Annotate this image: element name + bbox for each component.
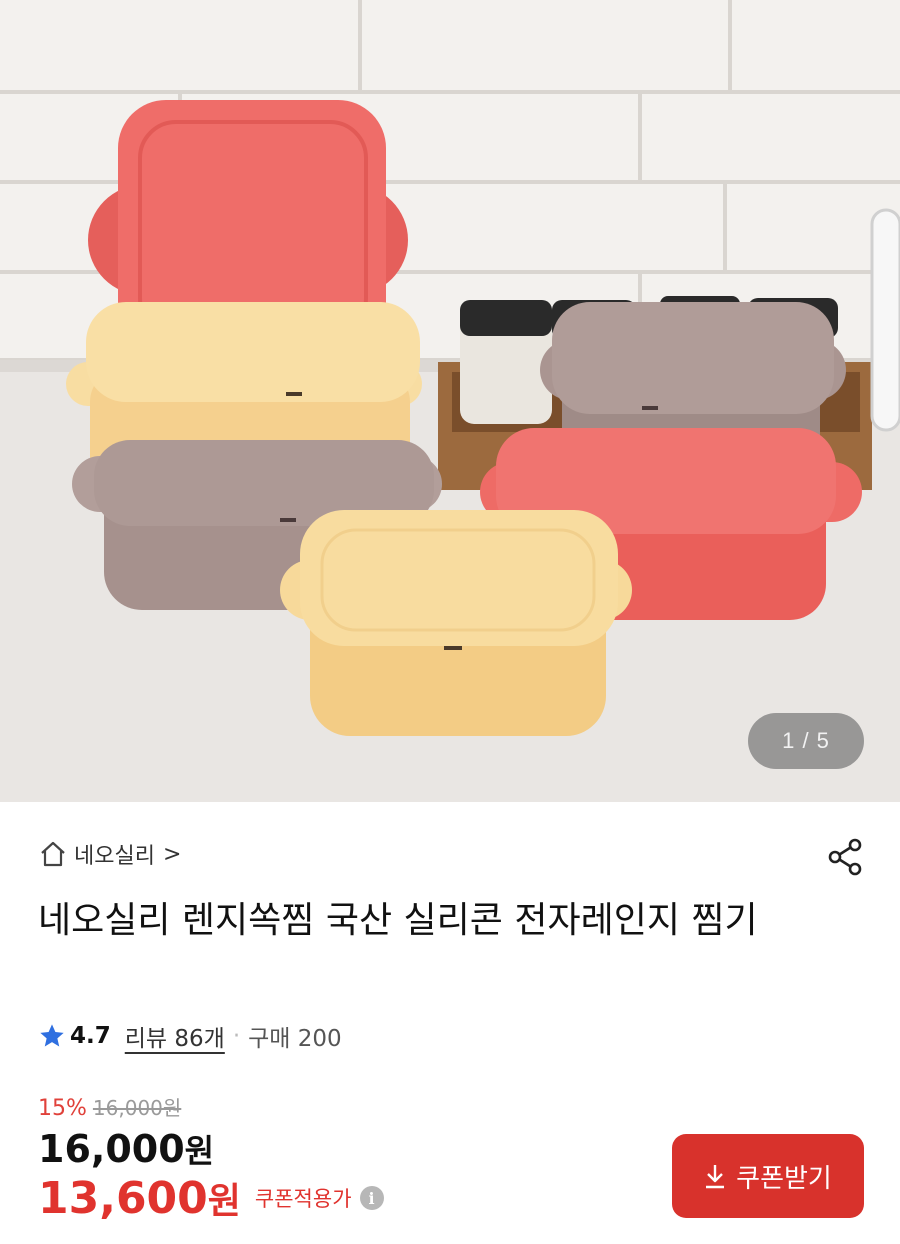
rating-summary: 4.7 리뷰 86개 · 구매 200 — [38, 1018, 342, 1054]
original-price: 16,000원 — [92, 1096, 182, 1120]
info-icon[interactable]: i — [359, 1186, 384, 1210]
brand-store-link[interactable]: 네오실리 > — [38, 838, 181, 870]
download-icon — [706, 1165, 725, 1189]
product-image-gallery[interactable]: 1 / 5 — [0, 0, 900, 802]
review-count-link[interactable]: 리뷰 86개 — [125, 1019, 225, 1053]
discount-row: 15% 16,000원 — [38, 1092, 181, 1121]
coupon-price: 13,600원 — [38, 1172, 241, 1224]
separator-dot: · — [232, 1023, 241, 1049]
brand-name: 네오실리 — [74, 844, 155, 869]
share-button[interactable] — [822, 834, 868, 880]
coupon-price-unit: 원 — [207, 1181, 241, 1222]
sale-price: 16,000원 — [38, 1126, 214, 1172]
image-pager-indicator: 1 / 5 — [748, 713, 864, 769]
home-icon — [41, 841, 65, 867]
discount-percent: 15% — [38, 1096, 87, 1121]
rating-value: 4.7 — [70, 1023, 111, 1049]
product-image — [0, 0, 900, 802]
get-coupon-label: 쿠폰받기 — [736, 1163, 832, 1194]
star-icon — [40, 1024, 64, 1047]
product-title: 네오실리 렌지쏙찜 국산 실리콘 전자레인지 찜기 — [38, 900, 758, 941]
coupon-price-number: 13,600 — [38, 1173, 208, 1224]
share-icon — [828, 838, 862, 876]
coupon-price-row: 13,600원 쿠폰적용가 i — [38, 1172, 384, 1224]
get-coupon-button[interactable]: 쿠폰받기 — [672, 1134, 864, 1218]
chevron-right-icon: > — [162, 841, 182, 867]
purchase-count: 구매 200 — [248, 1026, 342, 1052]
sale-price-number: 16,000 — [38, 1127, 185, 1171]
coupon-applied-label: 쿠폰적용가 — [254, 1187, 352, 1211]
sale-price-unit: 원 — [184, 1132, 215, 1170]
